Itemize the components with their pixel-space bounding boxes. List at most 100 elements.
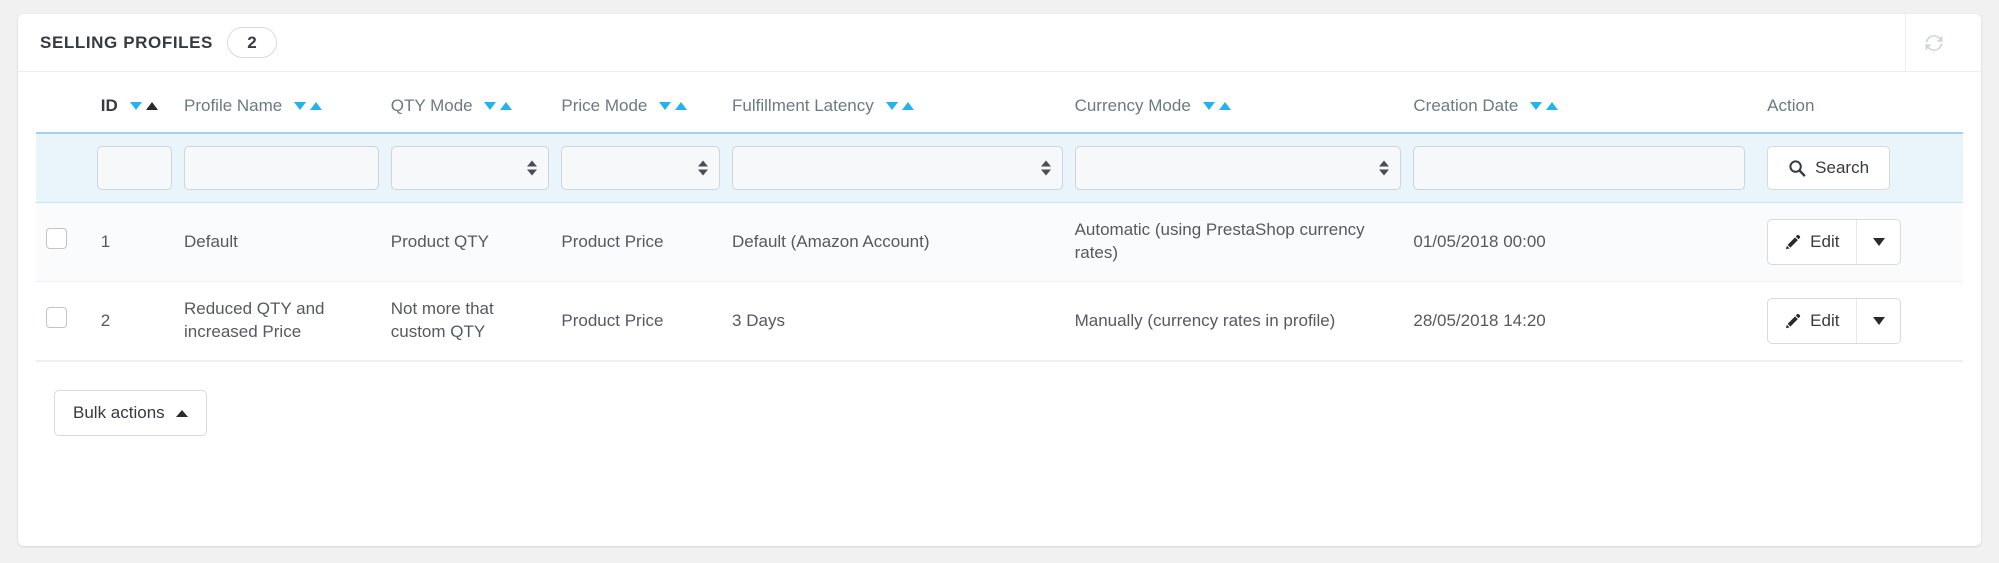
table-body: Search 1 Default Product QTY Product Pri… [36, 132, 1963, 361]
cell-profile-name: Default [177, 202, 385, 282]
sort-asc-icon-profile-name[interactable] [309, 102, 322, 110]
sort-desc-icon-creation-date[interactable] [1530, 102, 1543, 110]
cell-qty-mode: Not more that custom QTY [384, 281, 556, 361]
filter-select-price-mode[interactable] [561, 146, 721, 190]
filter-select-wrap-fulfillment-latency [732, 146, 1063, 190]
sort-asc-icon-currency-mode[interactable] [1218, 102, 1231, 110]
sort-asc-icon-id[interactable] [145, 102, 158, 110]
caret-up-icon [175, 409, 188, 417]
selling-profiles-table: ID Profile Name QTY Mode Price Mode Fulf… [36, 72, 1963, 361]
sort-desc-icon-fulfillment-latency[interactable] [885, 102, 898, 110]
column-header-id-label: ID [100, 96, 118, 115]
refresh-icon [1925, 34, 1942, 51]
column-header-checkbox [36, 72, 91, 133]
table-row[interactable]: 2 Reduced QTY and increased Price Not mo… [36, 281, 1963, 361]
panel-footer: Bulk actions [36, 361, 1963, 436]
filter-cell-fulfillment-latency [726, 132, 1069, 203]
selling-profiles-panel: SELLING PROFILES 2 ID Profile Name QTY M… [18, 14, 1981, 546]
filter-row: Search [36, 132, 1963, 203]
row-select-checkbox[interactable] [46, 228, 67, 250]
edit-button-label: Edit [1810, 231, 1840, 251]
search-button-label: Search [1815, 158, 1870, 177]
cell-action: Edit [1751, 281, 1963, 361]
column-header-fulfillment-latency[interactable]: Fulfillment Latency [726, 72, 1069, 133]
cell-creation-date: 01/05/2018 00:00 [1407, 202, 1752, 282]
column-header-price-mode[interactable]: Price Mode [555, 72, 726, 133]
bulk-actions-button[interactable]: Bulk actions [54, 390, 207, 436]
sort-arrows-fulfillment-latency [885, 102, 914, 110]
search-button[interactable]: Search [1767, 146, 1891, 190]
filter-select-currency-mode[interactable] [1074, 146, 1402, 190]
filter-select-wrap-price-mode [561, 146, 721, 190]
cell-action: Edit [1751, 202, 1963, 282]
table-row[interactable]: 1 Default Product QTY Product Price Defa… [36, 202, 1963, 282]
sort-desc-icon-id[interactable] [129, 102, 142, 110]
bulk-actions-label: Bulk actions [73, 403, 165, 422]
chevron-down-icon [1872, 317, 1885, 325]
cell-profile-name: Reduced QTY and increased Price [177, 281, 385, 361]
filter-cell-checkbox [36, 132, 91, 203]
filter-input-creation-date[interactable] [1413, 146, 1746, 190]
edit-button-group[interactable]: Edit [1767, 219, 1902, 265]
cell-id: 1 [90, 202, 178, 282]
edit-button[interactable]: Edit [1768, 220, 1856, 264]
cell-qty-mode: Product QTY [384, 202, 556, 282]
sort-arrows-profile-name [293, 102, 322, 110]
table-header: ID Profile Name QTY Mode Price Mode Fulf… [36, 72, 1963, 133]
column-header-profile-name[interactable]: Profile Name [178, 72, 385, 133]
sort-arrows-qty-mode [484, 102, 513, 110]
column-header-creation-date[interactable]: Creation Date [1407, 72, 1751, 133]
pencil-icon [1786, 313, 1801, 328]
filter-cell-creation-date [1407, 132, 1752, 203]
column-header-action: Action [1767, 96, 1815, 115]
filter-select-wrap-currency-mode [1074, 146, 1402, 190]
column-header-id[interactable]: ID [91, 72, 178, 133]
filter-select-fulfillment-latency[interactable] [732, 146, 1063, 190]
column-header-profile-name-label: Profile Name [183, 96, 283, 115]
sort-arrows-id [129, 102, 158, 110]
cell-creation-date: 28/05/2018 14:20 [1407, 281, 1752, 361]
sort-asc-icon-fulfillment-latency[interactable] [901, 102, 914, 110]
chevron-down-icon [1872, 238, 1885, 246]
cell-currency-mode: Automatic (using PrestaShop currency rat… [1068, 202, 1408, 282]
row-select-checkbox[interactable] [46, 307, 67, 329]
refresh-button[interactable] [1905, 14, 1961, 71]
filter-select-qty-mode[interactable] [390, 146, 550, 190]
edit-dropdown-toggle[interactable] [1856, 220, 1900, 264]
column-header-fulfillment-latency-label: Fulfillment Latency [732, 96, 874, 115]
sort-asc-icon-price-mode[interactable] [675, 102, 688, 110]
column-header-currency-mode[interactable]: Currency Mode [1069, 72, 1408, 133]
column-header-qty-mode[interactable]: QTY Mode [385, 72, 556, 133]
filter-select-wrap-qty-mode [390, 146, 550, 190]
sort-asc-icon-creation-date[interactable] [1546, 102, 1559, 110]
sort-asc-icon-qty-mode[interactable] [500, 102, 513, 110]
column-header-qty-mode-label: QTY Mode [390, 96, 473, 115]
filter-cell-id [90, 132, 178, 203]
sort-desc-icon-profile-name[interactable] [293, 102, 306, 110]
table-container: ID Profile Name QTY Mode Price Mode Fulf… [18, 72, 1981, 361]
row-checkbox-cell [36, 281, 91, 361]
search-icon [1789, 160, 1806, 177]
sort-arrows-creation-date [1530, 102, 1559, 110]
edit-dropdown-toggle[interactable] [1856, 299, 1900, 343]
cell-currency-mode: Manually (currency rates in profile) [1068, 281, 1408, 361]
filter-cell-price-mode [555, 132, 727, 203]
filter-cell-currency-mode [1068, 132, 1408, 203]
cell-fulfillment-latency: 3 Days [726, 281, 1069, 361]
filter-input-id[interactable] [96, 146, 172, 190]
edit-button-label: Edit [1810, 310, 1840, 330]
sort-desc-icon-currency-mode[interactable] [1202, 102, 1215, 110]
filter-cell-search: Search [1751, 132, 1963, 203]
sort-desc-icon-qty-mode[interactable] [484, 102, 497, 110]
edit-button-group[interactable]: Edit [1767, 298, 1902, 344]
row-checkbox-cell [36, 202, 91, 282]
sort-desc-icon-price-mode[interactable] [659, 102, 672, 110]
filter-input-profile-name[interactable] [183, 146, 379, 190]
cell-price-mode: Product Price [555, 281, 727, 361]
pencil-icon [1786, 234, 1801, 249]
sort-arrows-price-mode [659, 102, 688, 110]
column-header-price-mode-label: Price Mode [561, 96, 648, 115]
edit-button[interactable]: Edit [1768, 299, 1856, 343]
page-background: SELLING PROFILES 2 ID Profile Name QTY M… [0, 0, 1999, 563]
panel-header-actions [1905, 14, 1961, 71]
